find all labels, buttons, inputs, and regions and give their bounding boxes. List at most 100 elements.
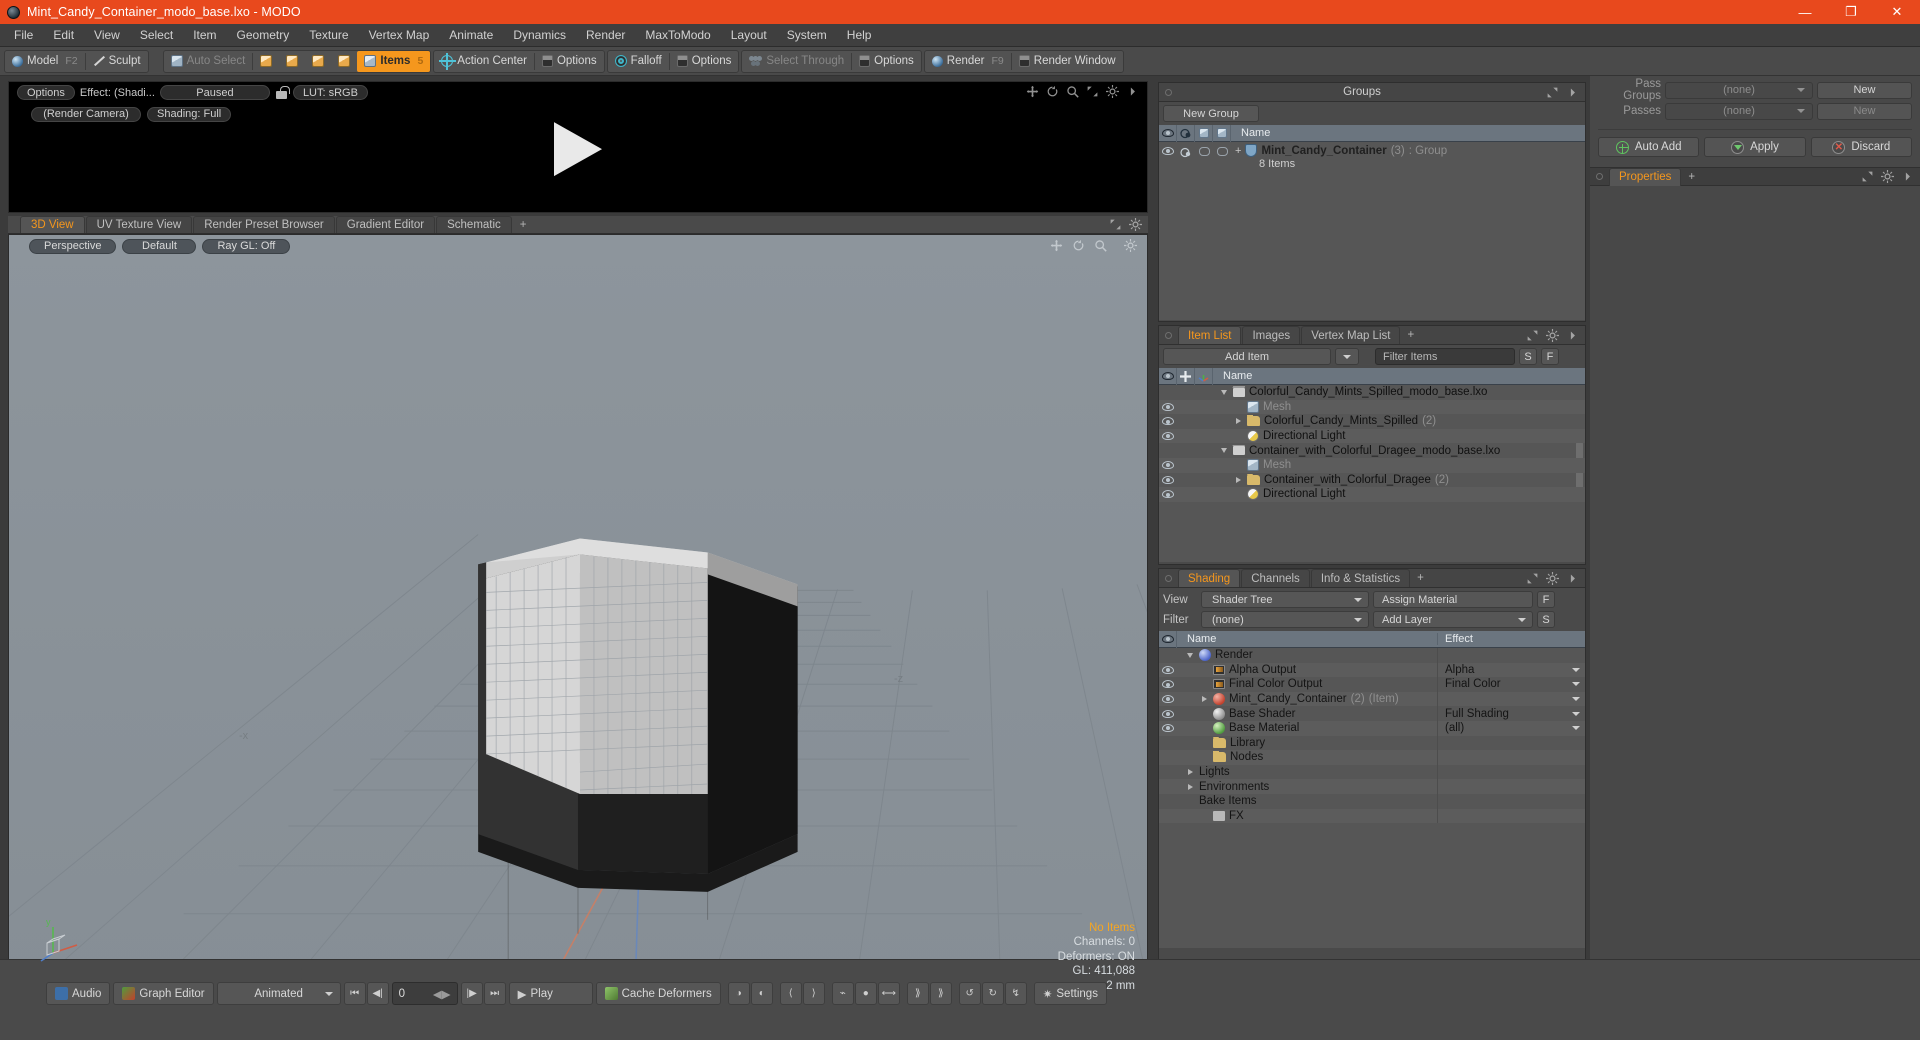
- filter-f-button[interactable]: F: [1541, 348, 1559, 365]
- falloff-options-button[interactable]: Options: [670, 51, 739, 72]
- menu-select[interactable]: Select: [130, 25, 183, 45]
- row-lock-toggle[interactable]: [1195, 144, 1213, 156]
- menu-file[interactable]: File: [4, 25, 43, 45]
- tab-add-button[interactable]: +: [1682, 168, 1701, 186]
- expander-collapse[interactable]: [1185, 652, 1195, 658]
- tab-render-preset-browser[interactable]: Render Preset Browser: [193, 216, 335, 233]
- add-key-button[interactable]: ⌁: [831, 982, 854, 1005]
- expander-expand[interactable]: [1185, 783, 1195, 790]
- action-center-options-button[interactable]: Options: [535, 51, 604, 72]
- preview-options-button[interactable]: Options: [17, 85, 75, 100]
- table-row[interactable]: Container_with_Colorful_Dragee_modo_base…: [1159, 443, 1585, 458]
- range-end-button[interactable]: ⟫: [929, 982, 952, 1005]
- assign-material-button[interactable]: Assign Material: [1373, 591, 1533, 608]
- menu-maxtomodo[interactable]: MaxToModo: [635, 25, 720, 45]
- current-frame-input[interactable]: 0 ◀▶: [391, 982, 458, 1005]
- preview-paused-button[interactable]: Paused: [159, 85, 270, 100]
- mode-sculpt-button[interactable]: Sculpt: [86, 51, 148, 72]
- shader-effect-cell[interactable]: Full Shading: [1437, 706, 1585, 721]
- go-to-start-button[interactable]: ⏮: [343, 982, 366, 1005]
- chevron-right-icon[interactable]: [1566, 572, 1579, 585]
- menu-layout[interactable]: Layout: [721, 25, 777, 45]
- animated-dropdown[interactable]: Animated: [216, 982, 341, 1005]
- shader-effect-cell[interactable]: [1437, 691, 1585, 707]
- mode-model-button[interactable]: Model F2: [5, 51, 85, 72]
- table-row[interactable]: Colorful_Candy_Mints_Spilled (2): [1159, 414, 1585, 429]
- go-to-end-button[interactable]: ⏭: [483, 982, 506, 1005]
- menu-geometry[interactable]: Geometry: [227, 25, 300, 45]
- pan-icon[interactable]: [1050, 239, 1063, 252]
- material-mode-button[interactable]: [331, 51, 357, 72]
- unlock-icon[interactable]: [275, 85, 290, 100]
- expander-collapse[interactable]: [1219, 389, 1229, 395]
- expand-icon[interactable]: [1526, 329, 1539, 342]
- next-key-button[interactable]: ⟩: [802, 982, 825, 1005]
- auto-add-button[interactable]: Auto Add: [1598, 137, 1700, 157]
- row-eye-toggle[interactable]: [1159, 461, 1177, 470]
- panel-menu-dot-icon[interactable]: [1596, 173, 1603, 180]
- tab-shading[interactable]: Shading: [1178, 569, 1241, 587]
- expander-collapse[interactable]: [1219, 448, 1229, 454]
- row-eye-toggle[interactable]: [1159, 475, 1177, 484]
- table-row[interactable]: Mint_Candy_Container (2) (Item): [1159, 691, 1585, 707]
- preview-lut-button[interactable]: LUT: sRGB: [292, 85, 368, 100]
- menu-item[interactable]: Item: [183, 25, 226, 45]
- menu-render[interactable]: Render: [576, 25, 635, 45]
- menu-view[interactable]: View: [84, 25, 130, 45]
- table-row[interactable]: FX: [1159, 808, 1585, 824]
- add-layer-dropdown[interactable]: Add Layer: [1373, 611, 1533, 628]
- row-render-toggle[interactable]: [1177, 144, 1195, 158]
- new-group-button[interactable]: New Group: [1163, 105, 1259, 122]
- preview-render-camera-button[interactable]: (Render Camera): [31, 106, 141, 122]
- panel-menu-dot-icon[interactable]: [1165, 331, 1172, 339]
- step-forward-button[interactable]: |▶: [460, 982, 483, 1005]
- chevron-right-icon[interactable]: [1126, 85, 1139, 98]
- menu-dynamics[interactable]: Dynamics: [503, 25, 576, 45]
- tab-gradient-editor[interactable]: Gradient Editor: [335, 216, 436, 233]
- table-row[interactable]: Colorful_Candy_Mints_Spilled_modo_base.l…: [1159, 385, 1585, 400]
- zoom-icon[interactable]: [1094, 239, 1107, 252]
- expander-expand[interactable]: [1199, 696, 1209, 703]
- row-eye-toggle[interactable]: [1159, 402, 1177, 411]
- shading-tree-rows[interactable]: Render Alpha Output Alpha Final Color Outpu…: [1159, 648, 1585, 948]
- panel-menu-dot-icon[interactable]: [1165, 574, 1172, 582]
- pass-groups-dropdown[interactable]: (none): [1665, 81, 1813, 99]
- range-start-button[interactable]: ⟫: [906, 982, 929, 1005]
- table-row[interactable]: Library: [1159, 735, 1585, 751]
- row-eye-toggle[interactable]: [1159, 490, 1177, 499]
- discard-button[interactable]: ✕ Discard: [1810, 137, 1912, 157]
- gear-icon[interactable]: [1106, 85, 1119, 98]
- autokey-button[interactable]: ◑: [727, 982, 750, 1005]
- expand-icon[interactable]: [1861, 170, 1874, 183]
- shader-effect-cell[interactable]: Alpha: [1437, 662, 1585, 678]
- graph-editor-button[interactable]: Graph Editor: [113, 982, 214, 1005]
- prev-key-button[interactable]: ⟨: [779, 982, 802, 1005]
- row-eye-toggle[interactable]: [1159, 417, 1177, 426]
- rotate-icon[interactable]: [1072, 239, 1085, 252]
- tab-info-statistics[interactable]: Info & Statistics: [1310, 569, 1411, 587]
- expand-icon[interactable]: [1086, 85, 1099, 98]
- filter-s-button[interactable]: S: [1519, 348, 1537, 365]
- falloff-button[interactable]: Falloff: [608, 51, 669, 72]
- expander-expand[interactable]: [1233, 418, 1243, 425]
- table-row[interactable]: Mesh: [1159, 457, 1585, 473]
- key-shape-button[interactable]: ●: [854, 982, 877, 1005]
- tab-3d-view[interactable]: 3D View: [20, 216, 85, 233]
- tab-images[interactable]: Images: [1242, 326, 1301, 344]
- cache-deformers-button[interactable]: Cache Deformers: [595, 982, 721, 1005]
- render-window-button[interactable]: Render Window: [1012, 51, 1123, 72]
- polygon-mode-button[interactable]: [305, 51, 331, 72]
- rotate-cw-button[interactable]: ↻: [981, 982, 1004, 1005]
- chevron-right-icon[interactable]: [1566, 86, 1579, 99]
- zoom-icon[interactable]: [1066, 85, 1079, 98]
- expand-icon[interactable]: [1526, 572, 1539, 585]
- row-eye-toggle[interactable]: [1159, 680, 1177, 689]
- preview-effect-label[interactable]: Effect: (Shadi...: [80, 87, 155, 99]
- panel-menu-dot-icon[interactable]: [1165, 88, 1172, 96]
- table-row[interactable]: Environments: [1159, 779, 1585, 794]
- gear-icon[interactable]: [1129, 218, 1142, 231]
- row-eye-toggle[interactable]: [1159, 144, 1177, 155]
- render-button[interactable]: Render F9: [925, 51, 1011, 72]
- menu-edit[interactable]: Edit: [43, 25, 84, 45]
- tab-add-button[interactable]: +: [513, 216, 534, 233]
